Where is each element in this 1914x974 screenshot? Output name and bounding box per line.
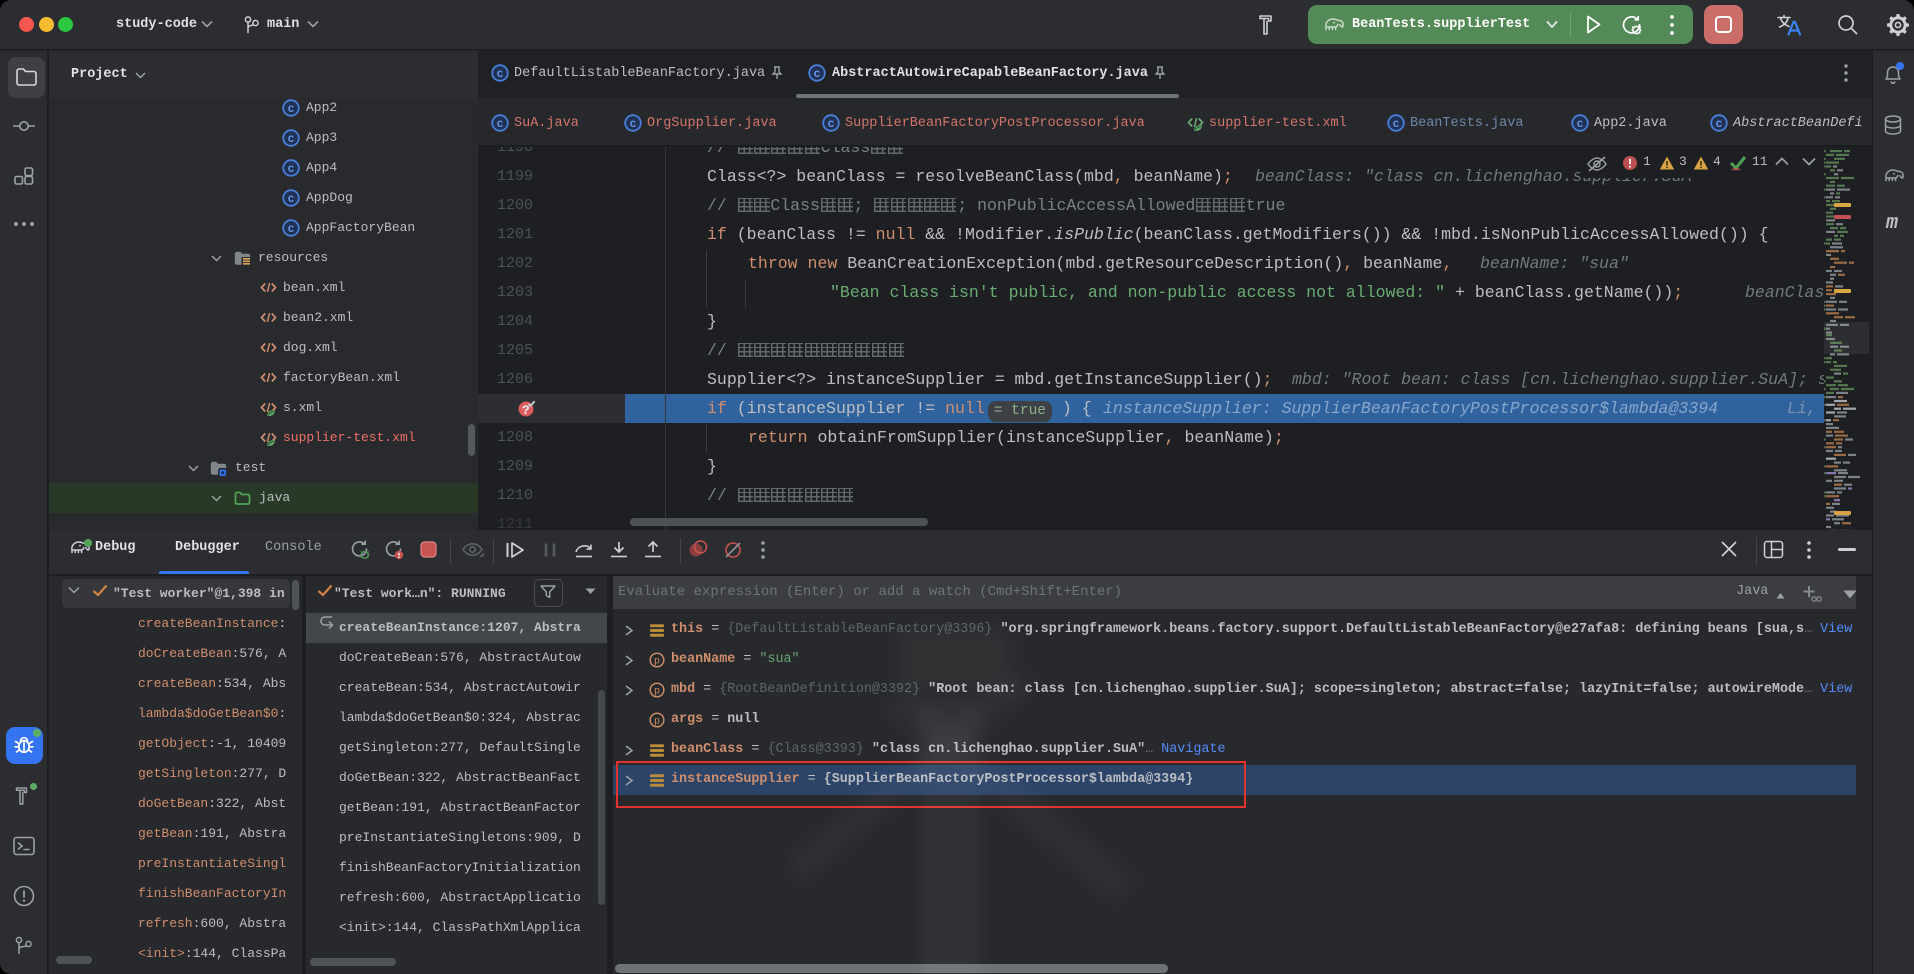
svg-text:C: C xyxy=(1393,119,1400,131)
svg-text:C: C xyxy=(497,69,504,81)
svg-text:C: C xyxy=(288,194,295,206)
svg-text:C: C xyxy=(1716,119,1723,131)
svg-text:C: C xyxy=(497,119,504,131)
svg-text:C: C xyxy=(630,119,637,131)
svg-text:C: C xyxy=(288,134,295,146)
svg-text:C: C xyxy=(828,119,835,131)
svg-text:C: C xyxy=(288,164,295,176)
svg-text:C: C xyxy=(1577,119,1584,131)
svg-text:C: C xyxy=(288,104,295,116)
svg-text:C: C xyxy=(288,224,295,236)
svg-text:C: C xyxy=(814,69,821,81)
